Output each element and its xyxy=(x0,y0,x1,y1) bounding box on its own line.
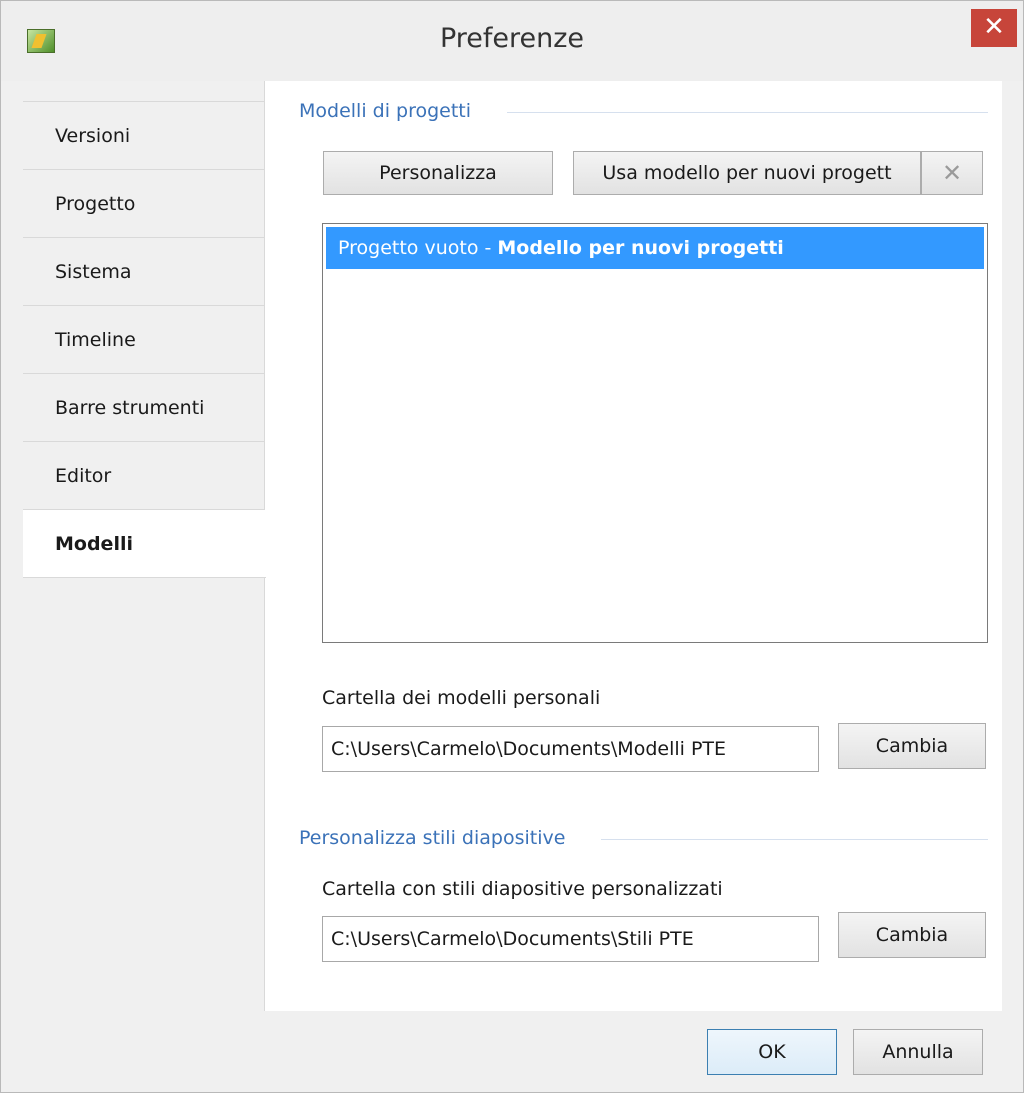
close-button[interactable]: ✕ xyxy=(971,9,1017,47)
slide-styles-folder-label: Cartella con stili diapositive personali… xyxy=(322,878,723,900)
list-item[interactable]: Progetto vuoto - Modello per nuovi proge… xyxy=(326,227,984,269)
slide-styles-group-line xyxy=(601,839,988,840)
window-title: Preferenze xyxy=(439,23,585,54)
ok-button[interactable]: OK xyxy=(707,1029,837,1075)
sidebar-item-versioni[interactable]: Versioni xyxy=(23,102,265,170)
delete-icon: ✕ xyxy=(941,159,963,187)
slide-styles-group-title: Personalizza stili diapositive xyxy=(299,827,566,849)
sidebar-item-barre-strumenti[interactable]: Barre strumenti xyxy=(23,374,265,442)
change-personal-folder-button[interactable]: Cambia xyxy=(838,723,986,769)
sidebar-item-modelli[interactable]: Modelli xyxy=(23,510,266,578)
templates-list[interactable]: Progetto vuoto - Modello per nuovi proge… xyxy=(322,223,988,643)
delete-template-button[interactable]: ✕ xyxy=(921,151,983,195)
personal-folder-field[interactable]: C:\Users\Carmelo\Documents\Modelli PTE xyxy=(322,726,819,772)
template-name: Progetto vuoto - xyxy=(338,237,498,259)
templates-group-line xyxy=(507,112,988,113)
sidebar-item-timeline[interactable]: Timeline xyxy=(23,306,265,374)
sidebar: Versioni Progetto Sistema Timeline Barre… xyxy=(23,81,266,1011)
change-slide-styles-folder-button[interactable]: Cambia xyxy=(838,912,986,958)
title-bar: Preferenze ✕ xyxy=(1,1,1023,81)
templates-group-title: Modelli di progetti xyxy=(299,100,472,122)
slide-styles-folder-field[interactable]: C:\Users\Carmelo\Documents\Stili PTE xyxy=(322,916,819,962)
use-for-new-projects-button[interactable]: Usa modello per nuovi progett xyxy=(573,151,921,195)
sidebar-item-sistema[interactable]: Sistema xyxy=(23,238,265,306)
sidebar-item-progetto[interactable]: Progetto xyxy=(23,170,265,238)
sidebar-item-editor[interactable]: Editor xyxy=(23,442,265,510)
preferences-window: Preferenze ✕ Versioni Progetto Sistema T… xyxy=(0,0,1024,1093)
personal-folder-label: Cartella dei modelli personali xyxy=(322,687,601,709)
dialog-footer: OK Annulla xyxy=(23,1011,1002,1091)
cancel-button[interactable]: Annulla xyxy=(853,1029,983,1075)
customize-button[interactable]: Personalizza xyxy=(323,151,553,195)
template-note: Modello per nuovi progetti xyxy=(497,237,784,259)
content-area: Versioni Progetto Sistema Timeline Barre… xyxy=(23,81,1002,1011)
